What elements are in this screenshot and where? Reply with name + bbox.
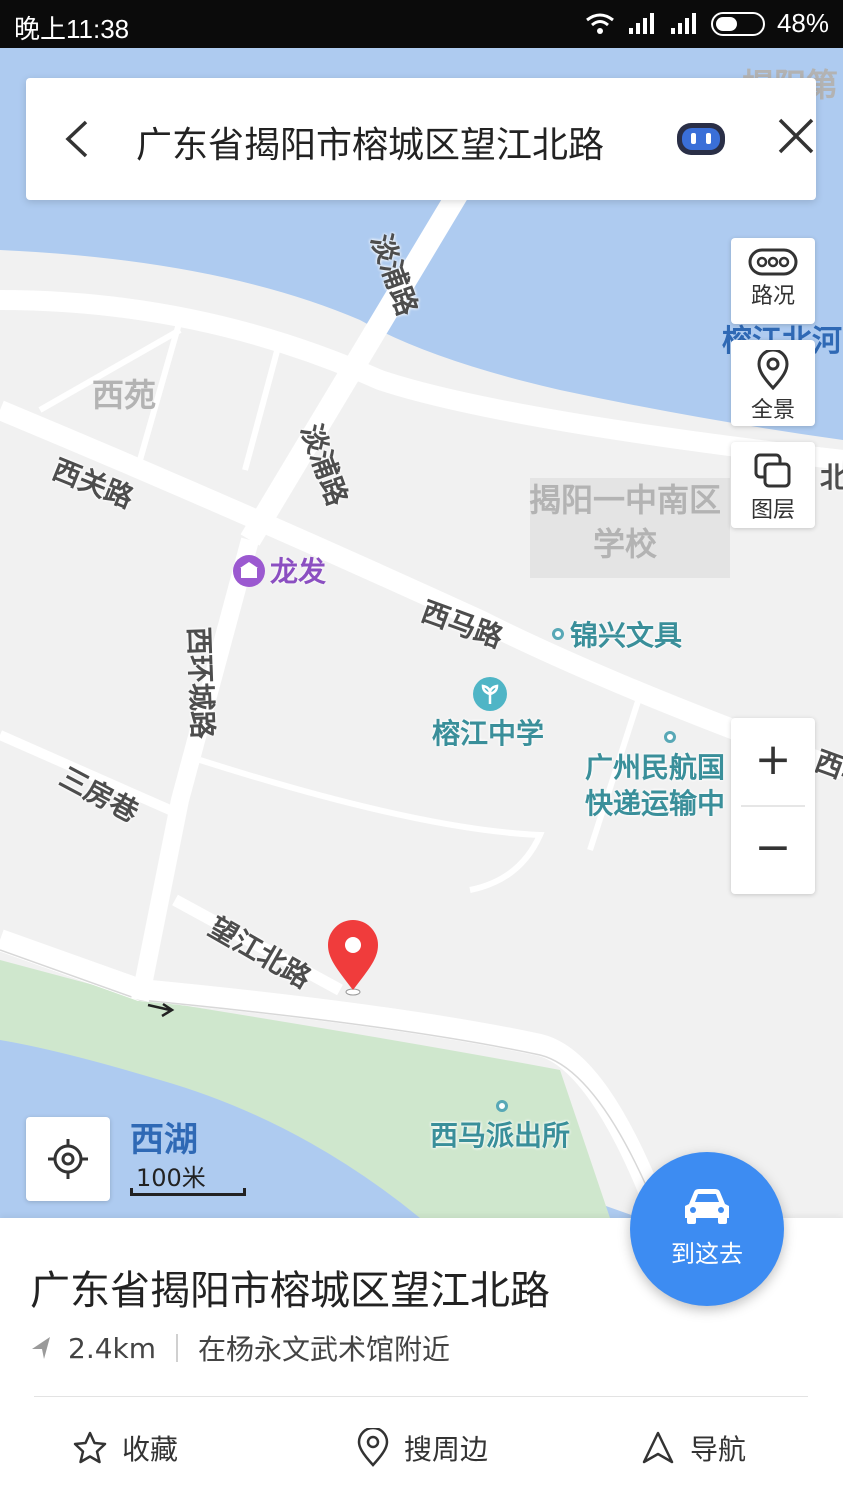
favorite-button[interactable]: 收藏 [72, 1428, 178, 1468]
sheet-divider [34, 1396, 808, 1397]
map-base [0, 48, 843, 1218]
navigate-button[interactable]: 导航 [640, 1428, 746, 1468]
location-pin-icon[interactable] [326, 920, 380, 998]
traffic-button[interactable]: 路况 [731, 238, 815, 324]
navigate-icon [642, 1431, 674, 1464]
search-nearby-button[interactable]: 搜周边 [356, 1428, 488, 1468]
navigation-arrow-icon [32, 1337, 50, 1359]
poi-police[interactable]: 西马派出所 [430, 1114, 570, 1154]
locate-button[interactable] [26, 1117, 110, 1201]
favorite-label: 收藏 [122, 1433, 179, 1466]
poi-dot-express [664, 731, 676, 743]
area-label-xiyuan: 西苑 [92, 376, 157, 414]
poi-rongjiang-school[interactable]: 榕江中学 [432, 712, 544, 752]
wifi-icon [586, 13, 614, 34]
poi-dot-jinxing [552, 628, 564, 640]
place-name: 广东省揭阳市榕城区望江北路 [30, 1268, 550, 1314]
signal-icon-2 [670, 12, 696, 34]
locate-icon [48, 1139, 88, 1179]
place-distance: 2.4km [68, 1331, 157, 1365]
layers-button[interactable]: 图层 [731, 442, 815, 528]
poi-express-line1[interactable]: 广州民航国 [585, 746, 725, 786]
map-canvas[interactable]: 淡浦路 淡浦路 西苑 西关路 揭阳一中南区学校 揭阳第 榕江北河 北 西马 龙发… [0, 48, 843, 1218]
zoom-in-button[interactable]: + [731, 718, 815, 806]
poi-express-line2[interactable]: 快递运输中 [585, 782, 725, 822]
status-indicators: 48% [585, 8, 829, 39]
layers-label: 图层 [750, 498, 795, 523]
map-app-screen: 晚上11:38 48% 淡浦路 淡浦路 西苑 西关路 揭阳一中南区学校 北 西马… [0, 0, 843, 1500]
map-scale-bar [130, 1188, 246, 1196]
poi-dot-police [496, 1100, 508, 1112]
panorama-icon [757, 350, 789, 390]
meta-separator [176, 1334, 179, 1362]
zoom-out-button[interactable]: − [731, 806, 815, 894]
navigate-label: 导航 [690, 1433, 747, 1466]
shop-icon [233, 555, 265, 587]
status-time: 晚上11:38 [14, 14, 130, 44]
place-meta: 2.4km 在杨永文武术馆附近 [30, 1328, 450, 1368]
traffic-label: 路况 [750, 284, 795, 309]
layers-icon [754, 453, 791, 488]
robot-icon[interactable] [676, 122, 726, 156]
place-nearby: 在杨永文武术馆附近 [198, 1333, 451, 1366]
traffic-icon [748, 248, 798, 276]
panorama-button[interactable]: 全景 [731, 340, 815, 426]
zoom-controls: + − [731, 718, 815, 894]
battery-icon [710, 11, 765, 36]
search-nearby-label: 搜周边 [404, 1433, 489, 1466]
road-label-north-fragment: 北 [820, 461, 843, 494]
star-icon [73, 1431, 107, 1464]
search-bar[interactable]: 广东省揭阳市榕城区望江北路 [26, 78, 816, 200]
school-icon [473, 677, 507, 711]
panorama-label: 全景 [750, 398, 795, 423]
search-query[interactable]: 广东省揭阳市榕城区望江北路 [136, 116, 604, 168]
water-label-xihu: 西湖 [130, 1120, 198, 1160]
go-here-button[interactable]: 到这去 [630, 1152, 784, 1306]
car-icon [685, 1189, 729, 1224]
poi-longfa[interactable]: 龙发 [270, 550, 326, 590]
status-bar: 晚上11:38 48% [0, 0, 843, 48]
road-label-xihuancheng: 西环城路 [182, 626, 219, 740]
back-arrow-icon[interactable] [52, 114, 102, 164]
go-here-label: 到这去 [671, 1240, 743, 1268]
location-icon [357, 1428, 389, 1467]
poi-jinxing[interactable]: 锦兴文具 [570, 614, 682, 654]
signal-icon [628, 12, 654, 34]
close-icon[interactable] [774, 114, 818, 158]
area-label-school: 揭阳一中南区学校 [528, 481, 721, 563]
battery-percent: 48% [776, 8, 829, 38]
